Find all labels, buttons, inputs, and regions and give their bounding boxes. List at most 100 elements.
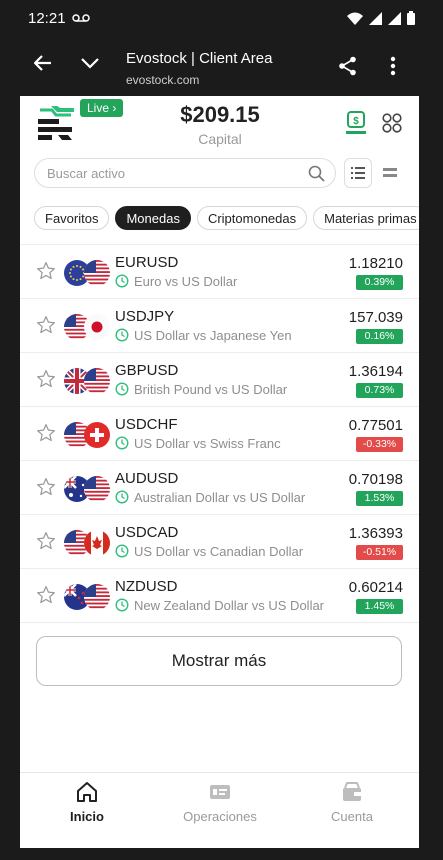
filter-chip[interactable]: Favoritos — [34, 206, 110, 230]
currency-flags — [64, 314, 110, 340]
us-flag-icon — [84, 476, 110, 502]
back-arrow-icon[interactable] — [34, 54, 52, 72]
nav-label: Cuenta — [331, 809, 373, 824]
change-badge: 0.16% — [356, 329, 403, 344]
us-flag-icon — [84, 584, 110, 610]
change-badge: -0.51% — [356, 545, 403, 560]
filter-chip[interactable]: Monedas — [115, 206, 191, 230]
capital-summary: $209.15 Capital — [140, 102, 300, 147]
favorite-star-icon[interactable] — [36, 369, 56, 389]
apps-grid-icon[interactable] — [382, 113, 402, 133]
favorite-star-icon[interactable] — [36, 315, 56, 335]
instrument-symbol: EURUSD — [115, 254, 179, 271]
list-view-icon — [351, 167, 365, 179]
currency-flags — [64, 476, 110, 502]
instrument-description: US Dollar vs Swiss Franc — [134, 436, 281, 451]
status-bar: 12:21 — [0, 0, 443, 36]
compact-view-toggle[interactable] — [376, 158, 404, 188]
us-flag-icon — [84, 368, 110, 394]
instrument-price: 0.60214 — [348, 579, 403, 596]
instrument-row[interactable]: NZDUSD New Zealand Dollar vs US Dollar 0.6… — [20, 569, 419, 623]
us-flag-icon — [84, 260, 110, 286]
bottom-nav: Inicio Operaciones Cuenta — [20, 772, 419, 848]
favorite-star-icon[interactable] — [36, 531, 56, 551]
instrument-list: EURUSD Euro vs US Dollar 1.18210 0.39% USDJP… — [20, 245, 419, 623]
instrument-description: Australian Dollar vs US Dollar — [134, 490, 306, 505]
clock-icon — [115, 274, 129, 288]
ca-flag-icon — [84, 530, 110, 556]
change-badge: 0.39% — [356, 275, 403, 290]
share-icon[interactable] — [338, 56, 358, 76]
instrument-price: 1.36393 — [348, 525, 403, 542]
instrument-row[interactable]: USDCAD US Dollar vs Canadian Dollar 1.3639… — [20, 515, 419, 569]
instrument-symbol: AUDUSD — [115, 470, 179, 487]
favorite-star-icon[interactable] — [36, 585, 56, 605]
more-vertical-icon[interactable] — [390, 56, 396, 76]
show-more-button[interactable]: Mostrar más — [36, 636, 402, 686]
instrument-description: British Pound vs US Dollar — [134, 382, 288, 397]
search-input[interactable]: Buscar activo — [34, 158, 336, 188]
signal-icon — [369, 11, 382, 25]
compact-view-icon — [383, 168, 397, 177]
nav-item-home[interactable]: Inicio — [37, 781, 137, 824]
currency-flags — [64, 530, 110, 556]
filter-chip[interactable]: Materias primas — [313, 206, 419, 230]
instrument-symbol: USDCAD — [115, 524, 179, 541]
search-placeholder: Buscar activo — [47, 166, 126, 181]
instrument-symbol: USDCHF — [115, 416, 178, 433]
favorite-star-icon[interactable] — [36, 423, 56, 443]
nav-label: Operaciones — [183, 809, 257, 824]
instrument-description: Euro vs US Dollar — [134, 274, 238, 289]
capital-amount: $209.15 — [180, 102, 260, 127]
instrument-symbol: NZDUSD — [115, 578, 178, 595]
svg-text:$: $ — [353, 116, 359, 127]
change-badge: -0.33% — [356, 437, 403, 452]
instrument-price: 157.039 — [348, 309, 403, 326]
operations-icon — [210, 785, 230, 799]
instrument-row[interactable]: USDCHF US Dollar vs Swiss Franc 0.77501 -0.… — [20, 407, 419, 461]
deposit-icon[interactable]: $ — [345, 111, 367, 135]
browser-title: Evostock | Client Area — [126, 50, 273, 67]
currency-flags — [64, 584, 110, 610]
nav-item-account[interactable]: Cuenta — [302, 781, 402, 824]
instrument-description: US Dollar vs Japanese Yen — [134, 328, 292, 343]
change-badge: 0.73% — [356, 383, 403, 398]
currency-flags — [64, 368, 110, 394]
wifi-icon — [347, 12, 363, 25]
live-badge[interactable]: Live › — [80, 99, 124, 117]
clock-icon — [115, 490, 129, 504]
clock-icon — [115, 328, 129, 342]
currency-flags — [64, 422, 110, 448]
browser-url[interactable]: evostock.com — [126, 73, 199, 87]
favorite-star-icon[interactable] — [36, 261, 56, 281]
favorite-star-icon[interactable] — [36, 477, 56, 497]
evostock-logo[interactable] — [38, 106, 74, 142]
voicemail-icon — [72, 14, 90, 22]
currency-flags — [64, 260, 110, 286]
instrument-description: New Zealand Dollar vs US Dollar — [134, 598, 325, 613]
instrument-price: 0.70198 — [348, 471, 403, 488]
filter-chip[interactable]: Criptomonedas — [196, 206, 308, 230]
instrument-row[interactable]: GBPUSD British Pound vs US Dollar 1.36194 0… — [20, 353, 419, 407]
instrument-row[interactable]: EURUSD Euro vs US Dollar 1.18210 0.39% — [20, 245, 419, 299]
instrument-row[interactable]: AUDUSD Australian Dollar vs US Dollar 0.70… — [20, 461, 419, 515]
instrument-row[interactable]: USDJPY US Dollar vs Japanese Yen 157.039 0.… — [20, 299, 419, 353]
change-badge: 1.45% — [356, 599, 403, 614]
signal-icon — [388, 11, 401, 25]
browser-toolbar: Evostock | Client Area evostock.com — [20, 36, 419, 96]
list-view-toggle[interactable] — [344, 158, 372, 188]
chevron-down-icon[interactable] — [80, 56, 100, 70]
search-icon[interactable] — [308, 165, 325, 182]
instrument-price: 1.36194 — [348, 363, 403, 380]
ch-flag-icon — [84, 422, 110, 448]
nav-item-operations[interactable]: Operaciones — [170, 781, 270, 824]
capital-label: Capital — [198, 131, 242, 147]
status-time: 12:21 — [28, 10, 66, 27]
web-page: Live › $209.15 Capital $ Buscar activo F… — [20, 96, 419, 848]
home-icon — [77, 782, 97, 802]
battery-icon — [407, 11, 415, 25]
change-badge: 1.53% — [356, 491, 403, 506]
instrument-price: 1.18210 — [348, 255, 403, 272]
category-filters: Favoritos Monedas Criptomonedas Materias pr… — [34, 206, 419, 232]
wallet-icon — [343, 782, 361, 801]
